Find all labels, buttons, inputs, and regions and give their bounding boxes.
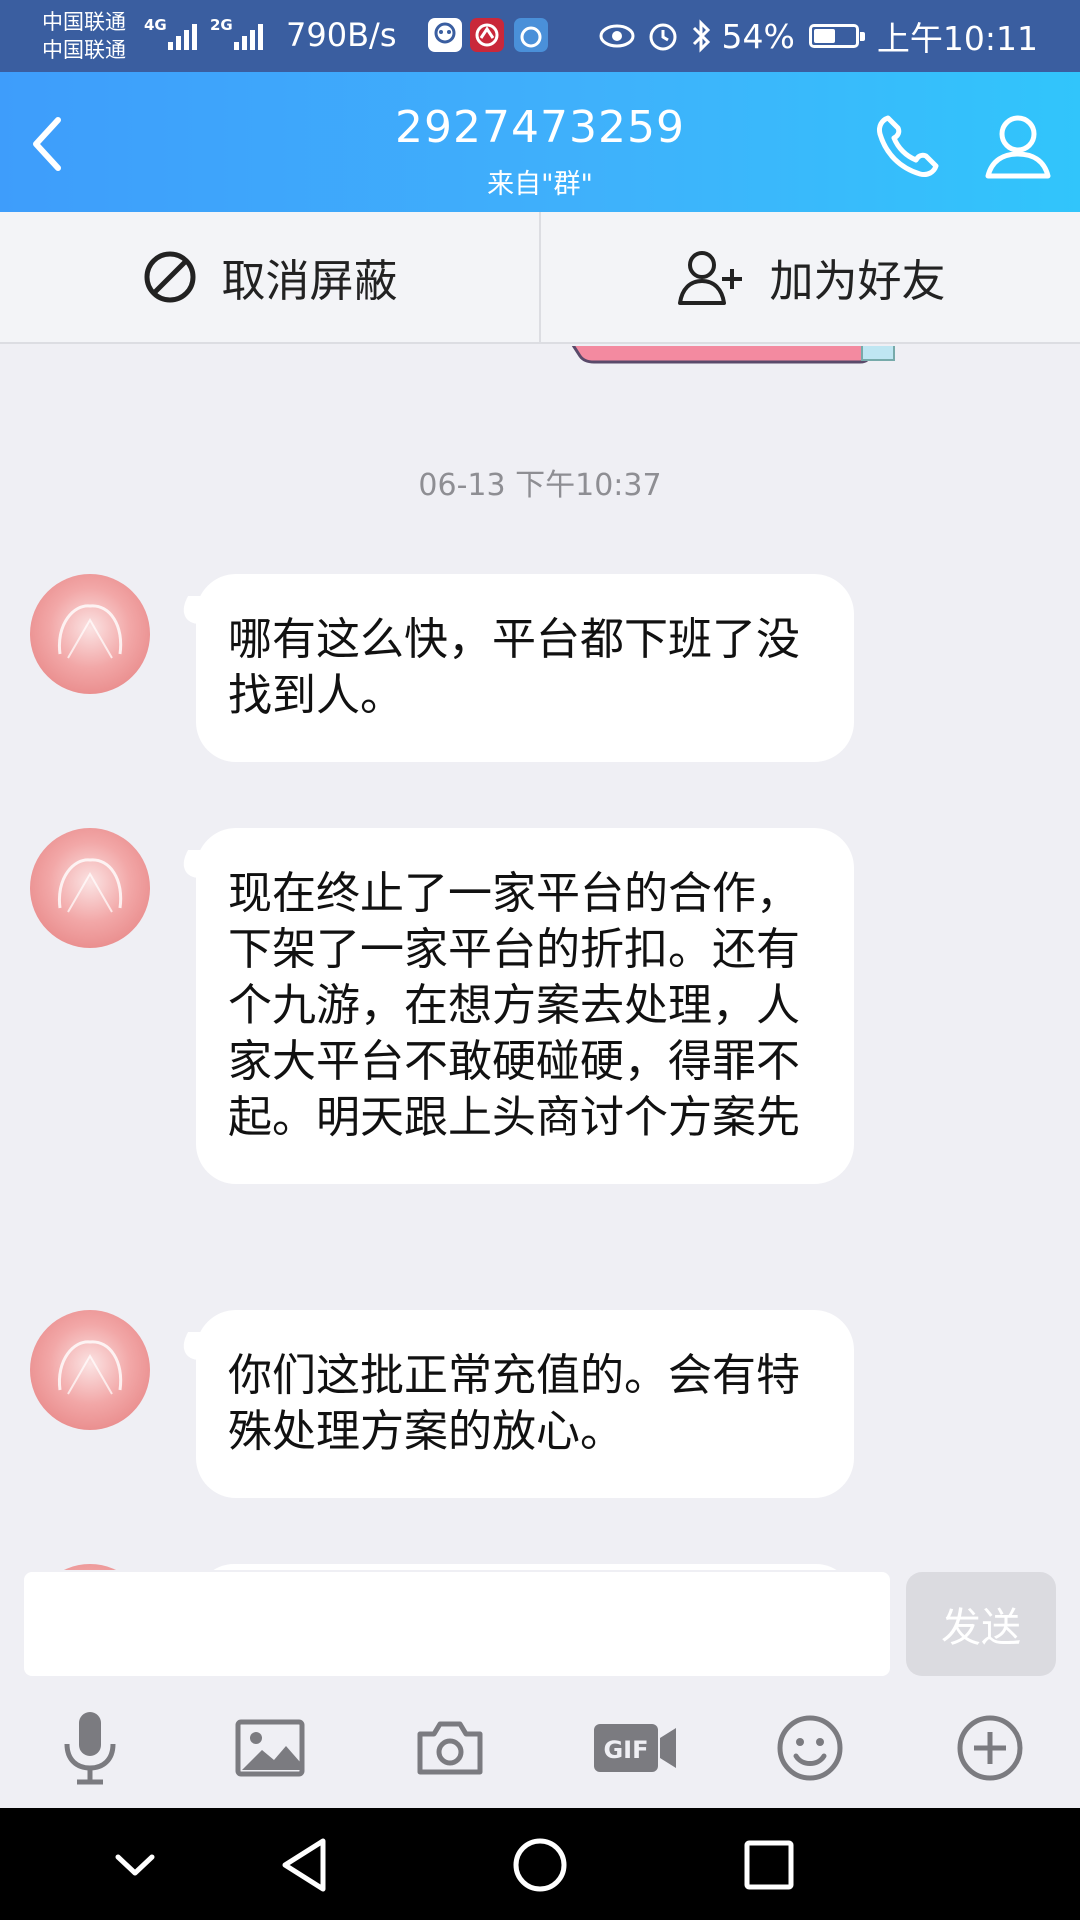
call-button[interactable] <box>868 106 948 186</box>
carrier-2: 中国联通 <box>42 38 126 62</box>
collapse-button[interactable] <box>100 1830 170 1900</box>
voice-button[interactable] <box>50 1708 130 1788</box>
emoji-button[interactable] <box>770 1708 850 1788</box>
image-icon <box>235 1719 305 1777</box>
sticker-image <box>571 346 895 364</box>
bank-app-icon <box>470 18 504 52</box>
recents-button[interactable] <box>734 1830 804 1900</box>
add-friend-label: 加为好友 <box>769 256 946 307</box>
avatar[interactable] <box>30 574 150 694</box>
back-icon <box>282 1838 326 1892</box>
plus-icon <box>957 1715 1023 1781</box>
status-bar: 中国联通 中国联通 4G 2G 790B/s 54% 上午10:11 <box>0 0 1080 72</box>
message-bubble[interactable]: 哪有这么快，平台都下班了没找到人。 <box>196 574 854 762</box>
add-person-icon <box>677 251 742 305</box>
svg-text:GIF: GIF <box>603 1736 648 1764</box>
system-nav-bar <box>0 1808 1080 1920</box>
gif-icon: GIF <box>594 1724 676 1772</box>
recents-icon <box>744 1840 794 1890</box>
composer: 发送 <box>0 1570 1080 1678</box>
camera-button[interactable] <box>410 1708 490 1788</box>
camera-icon <box>417 1721 483 1775</box>
phone-icon <box>877 115 939 177</box>
alarm-icon <box>649 23 677 51</box>
avatar[interactable] <box>30 1310 150 1430</box>
block-icon <box>144 251 195 303</box>
unblock-button[interactable]: 取消屏蔽 <box>0 212 539 342</box>
microphone-icon <box>64 1712 116 1785</box>
stranger-action-bar: 取消屏蔽 加为好友 <box>0 212 1080 344</box>
message-bubble[interactable]: 现在终止了一家平台的合作，下架了一家平台的折扣。还有个九游，在想方案去处理，人家… <box>196 828 854 1184</box>
nav-back-button[interactable] <box>272 1830 342 1900</box>
app-notification-icon <box>428 18 462 52</box>
profile-button[interactable] <box>978 106 1058 186</box>
emoji-icon <box>777 1715 843 1781</box>
eye-icon <box>599 24 635 48</box>
photo-button[interactable] <box>230 1708 310 1788</box>
status-right: 54% 上午10:11 <box>598 12 1038 60</box>
collapse-icon <box>115 1854 155 1876</box>
carrier-labels: 中国联通 中国联通 <box>42 8 126 64</box>
network-speed: 790B/s <box>286 16 397 54</box>
clock: 上午10:11 <box>876 19 1038 58</box>
message-list[interactable]: 06-13 下午10:37 哪有这么快，平台都下班了没找到人。 现在终止了一家平… <box>0 346 1080 1570</box>
avatar[interactable] <box>30 828 150 948</box>
browser-app-icon <box>514 18 548 52</box>
send-button[interactable]: 发送 <box>906 1572 1056 1676</box>
message-input[interactable] <box>24 1572 890 1676</box>
more-button[interactable] <box>950 1708 1030 1788</box>
battery-percent: 54% <box>721 16 795 56</box>
home-icon <box>513 1838 567 1892</box>
bluetooth-icon <box>692 19 710 53</box>
battery-icon <box>808 24 865 48</box>
add-friend-button[interactable]: 加为好友 <box>541 212 1080 342</box>
unblock-label: 取消屏蔽 <box>221 256 398 307</box>
message-bubble[interactable]: 你们这批正常充值的。会有特殊处理方案的放心。 <box>196 1310 854 1498</box>
home-button[interactable] <box>505 1830 575 1900</box>
input-toolbar: GIF <box>0 1678 1080 1808</box>
gif-button[interactable]: GIF <box>590 1708 680 1788</box>
carrier-1: 中国联通 <box>42 10 126 34</box>
chat-header: 2927473259 来自"群" <box>0 72 1080 212</box>
person-icon <box>985 115 1051 179</box>
message-timestamp: 06-13 下午10:37 <box>418 468 662 503</box>
